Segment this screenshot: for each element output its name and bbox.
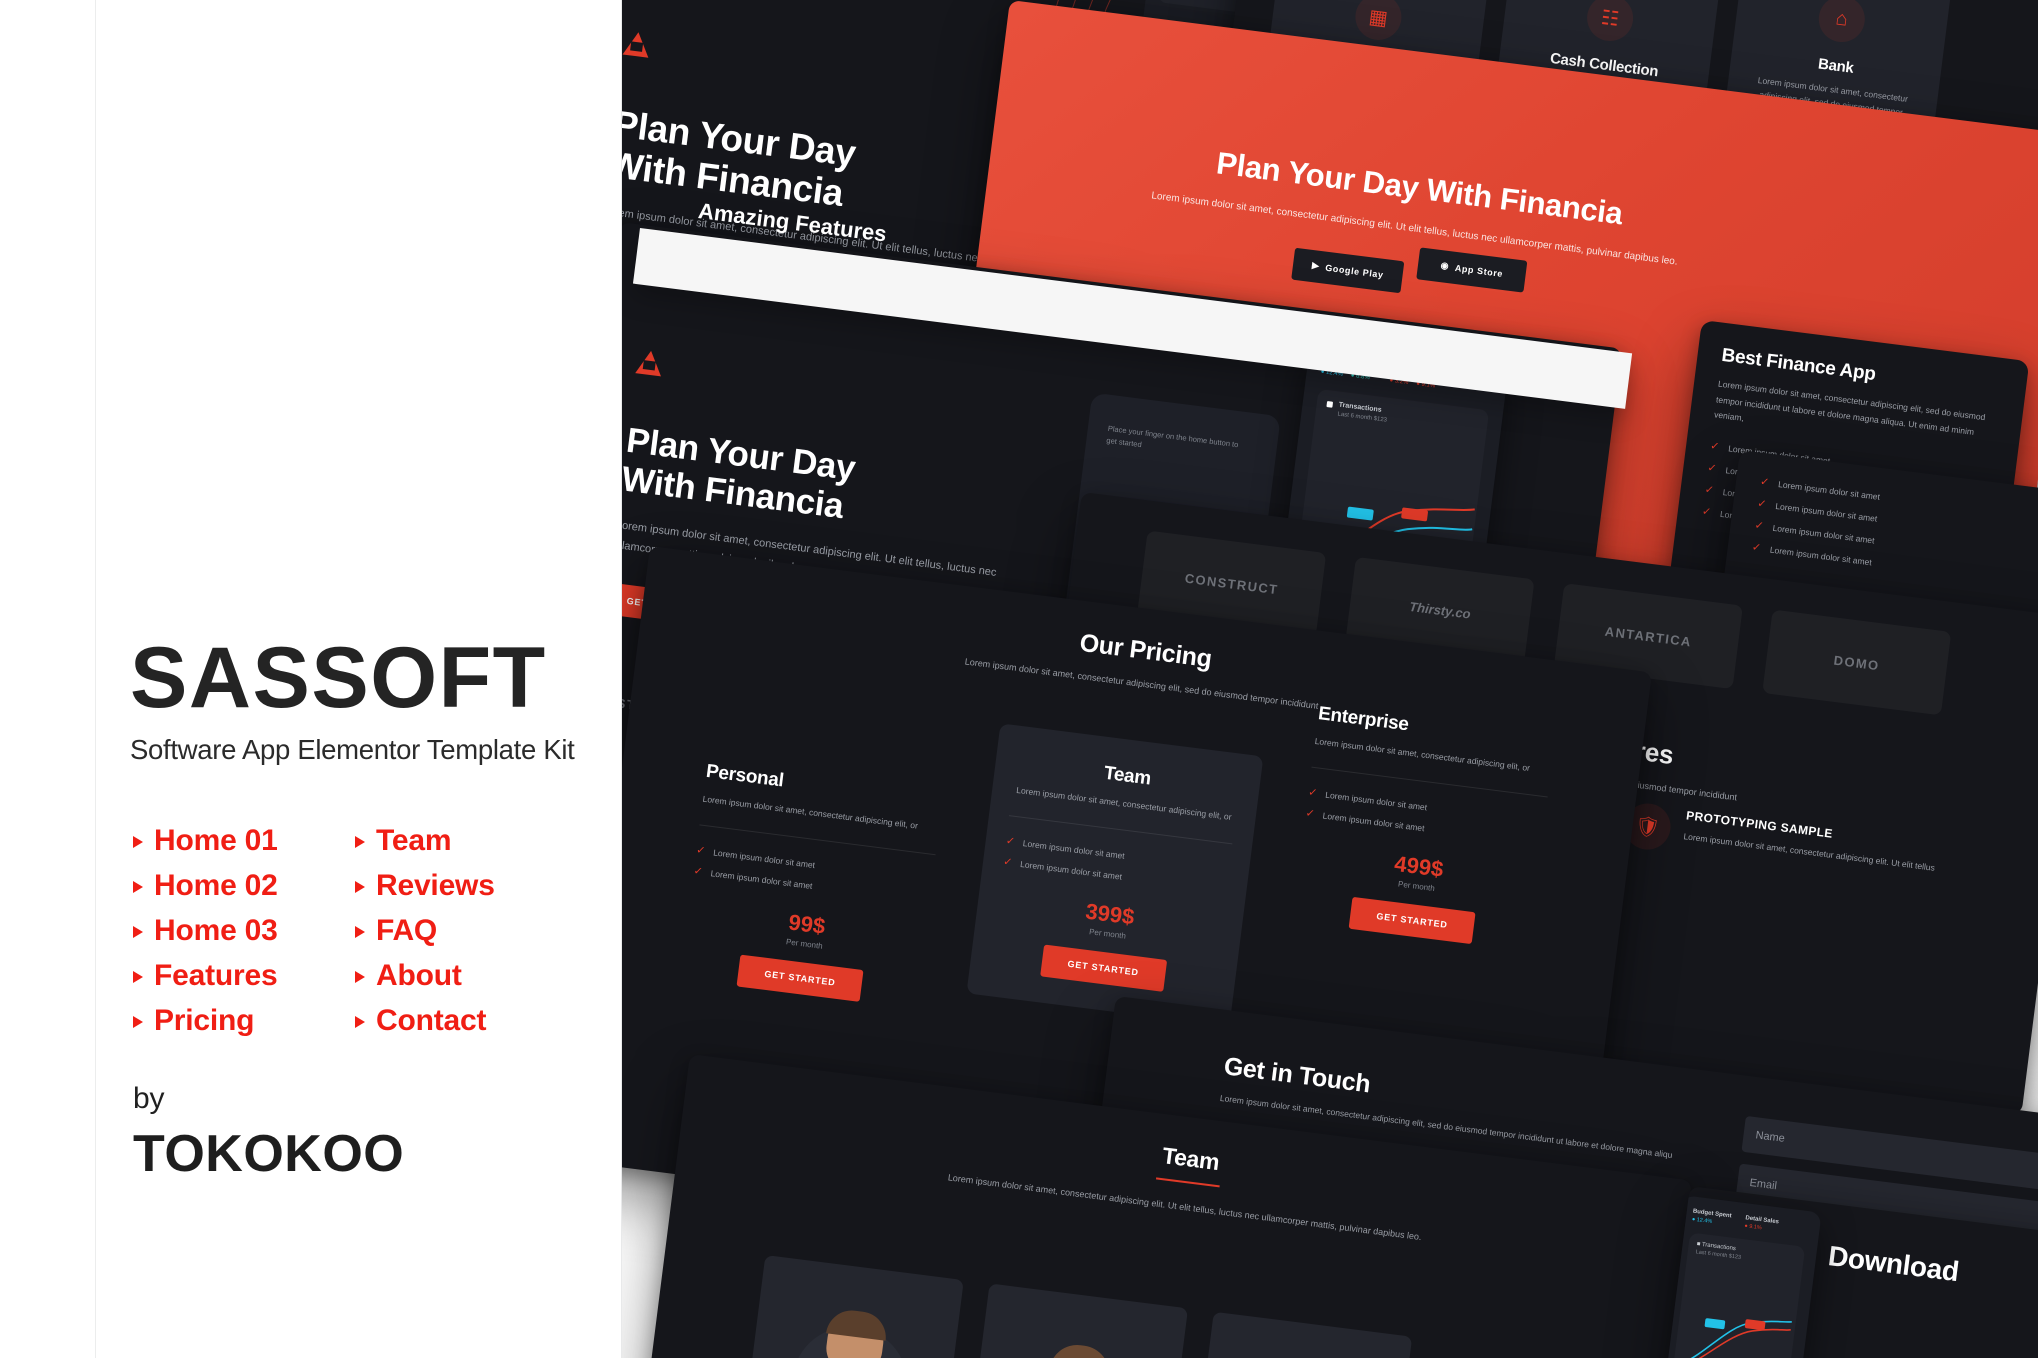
feature-item[interactable]: 🛡 PROTOTYPING SAMPLE Lorem ipsum dolor s… xyxy=(1616,800,1965,938)
cash-collect-icon: ☷ xyxy=(1584,0,1636,44)
link-pricing[interactable]: Pricing xyxy=(133,998,355,1043)
team-member[interactable] xyxy=(739,1255,964,1358)
app-store-button[interactable]: ◉ App Store xyxy=(1416,247,1528,293)
team-underline xyxy=(1155,1177,1220,1188)
link-home-03[interactable]: Home 03 xyxy=(133,908,355,953)
page-subtitle: Software App Elementor Template Kit xyxy=(130,733,575,765)
check-icon: ✓ xyxy=(1005,835,1016,849)
panel-divider-left xyxy=(95,0,96,1358)
link-contact[interactable]: Contact xyxy=(355,998,495,1043)
check-icon: ✓ xyxy=(1307,786,1319,800)
check-icon: ✓ xyxy=(1709,440,1721,454)
team-member[interactable] xyxy=(1187,1311,1413,1358)
hero03-logo xyxy=(635,349,664,377)
check-icon: ✓ xyxy=(692,865,704,879)
page-title: SASSOFT xyxy=(130,630,547,726)
check-icon: ✓ xyxy=(695,844,707,858)
plan-cta-button[interactable]: GET STARTED xyxy=(1348,897,1476,945)
link-reviews[interactable]: Reviews xyxy=(355,863,495,908)
triangle-right-icon xyxy=(133,1015,143,1028)
team-member[interactable] xyxy=(963,1283,1189,1358)
check-icon: ✓ xyxy=(1759,475,1771,489)
link-label: About xyxy=(376,958,462,992)
check-icon: ✓ xyxy=(1701,505,1712,519)
by-word: by xyxy=(133,1082,165,1115)
check-icon: ✓ xyxy=(1706,462,1718,476)
play-icon: ▶ xyxy=(1311,260,1321,271)
check-icon: ✓ xyxy=(1756,497,1768,511)
info-panel: SASSOFT Software App Elementor Template … xyxy=(0,0,622,1358)
author-name: TOKOKOO xyxy=(133,1125,405,1183)
download-title: Download xyxy=(1826,1240,1961,1288)
chart-invest-icon: ▦ xyxy=(1352,0,1405,43)
brand-block: SASSOFT Software App Elementor Template … xyxy=(130,630,610,766)
link-about[interactable]: About xyxy=(355,953,495,998)
plan-cta-button[interactable]: GET STARTED xyxy=(736,954,864,1003)
link-label: Contact xyxy=(376,1003,487,1037)
link-label: Pricing xyxy=(154,1003,255,1037)
byline: by TOKOKOO xyxy=(133,1082,404,1184)
pricing-card-enterprise[interactable]: Enterprise Lorem ipsum dolor sit amet, c… xyxy=(1286,702,1562,952)
triangle-right-icon xyxy=(133,925,143,938)
link-home-01[interactable]: Home 01 xyxy=(133,818,355,863)
link-label: Home 03 xyxy=(154,913,278,947)
link-features[interactable]: Features xyxy=(133,953,355,998)
hero-logo xyxy=(622,30,652,58)
plan-cta-button[interactable]: GET STARTED xyxy=(1039,944,1167,993)
apple-icon: ◉ xyxy=(1440,260,1450,272)
team-grid xyxy=(739,1255,1413,1358)
pricing-card-personal[interactable]: Personal Lorem ipsum dolor sit amet, con… xyxy=(674,760,950,1010)
pricing-card-team[interactable]: Team Lorem ipsum dolor sit amet, consect… xyxy=(966,723,1264,1027)
link-label: Reviews xyxy=(376,868,495,902)
triangle-right-icon xyxy=(133,835,143,848)
triangle-right-icon xyxy=(355,1015,365,1028)
link-home-02[interactable]: Home 02 xyxy=(133,863,355,908)
link-faq[interactable]: FAQ xyxy=(355,908,495,953)
page-root: Plan Your Day With Financia Lorem ipsum … xyxy=(0,0,2038,1358)
triangle-right-icon xyxy=(133,880,143,893)
check-icon: ✓ xyxy=(1753,519,1765,533)
check-icon: ✓ xyxy=(1703,483,1715,497)
link-label: Home 01 xyxy=(154,823,278,857)
bank-icon: ⌂ xyxy=(1816,0,1868,45)
triangle-right-icon xyxy=(355,970,365,983)
check-icon: ✓ xyxy=(1002,856,1014,870)
triangle-right-icon xyxy=(355,835,365,848)
check-icon: ✓ xyxy=(1751,541,1762,555)
panel-divider-right xyxy=(621,0,622,1358)
triangle-right-icon xyxy=(355,880,365,893)
template-links: Home 01 Team Home 02 Reviews Home 03 FAQ xyxy=(133,818,495,1043)
link-label: FAQ xyxy=(376,913,438,947)
link-label: Features xyxy=(154,958,278,992)
link-team[interactable]: Team xyxy=(355,818,495,863)
check-icon: ✓ xyxy=(1304,807,1316,821)
line-chart xyxy=(1683,1320,1792,1358)
google-play-button[interactable]: ▶ Google Play xyxy=(1291,247,1405,293)
link-label: Home 02 xyxy=(154,868,278,902)
link-label: Team xyxy=(376,823,452,857)
triangle-right-icon xyxy=(133,970,143,983)
triangle-right-icon xyxy=(355,925,365,938)
